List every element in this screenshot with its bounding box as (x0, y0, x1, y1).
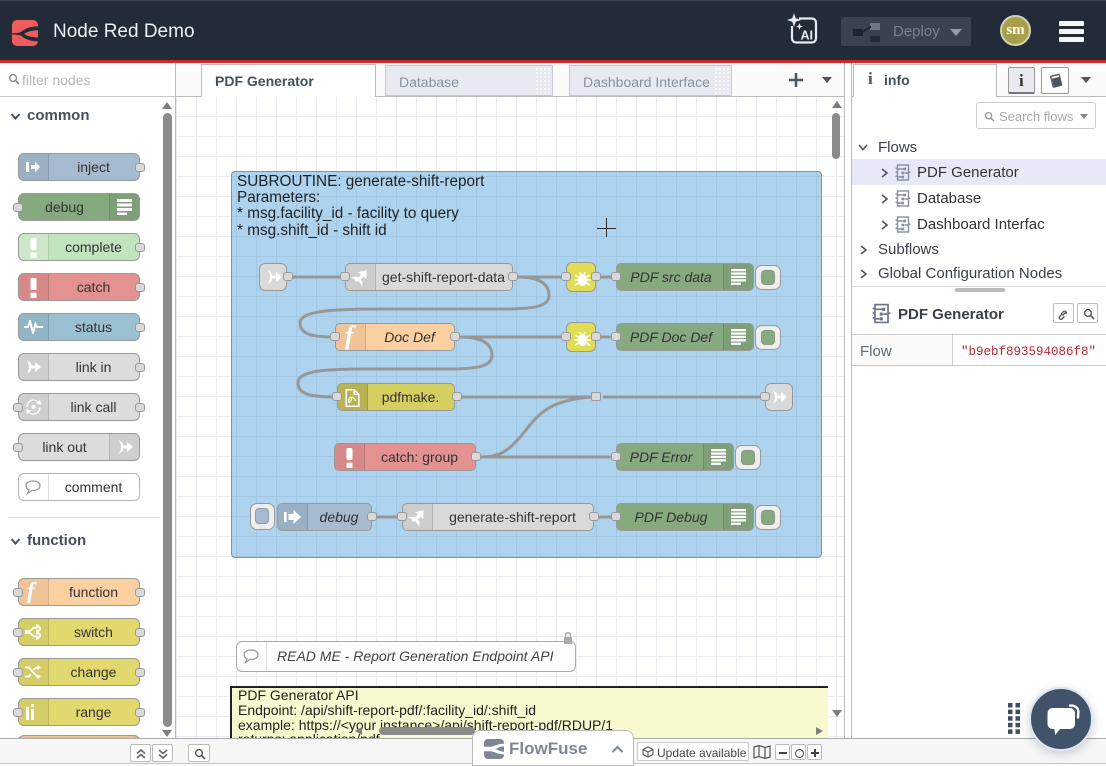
svg-text:AI: AI (801, 29, 814, 43)
